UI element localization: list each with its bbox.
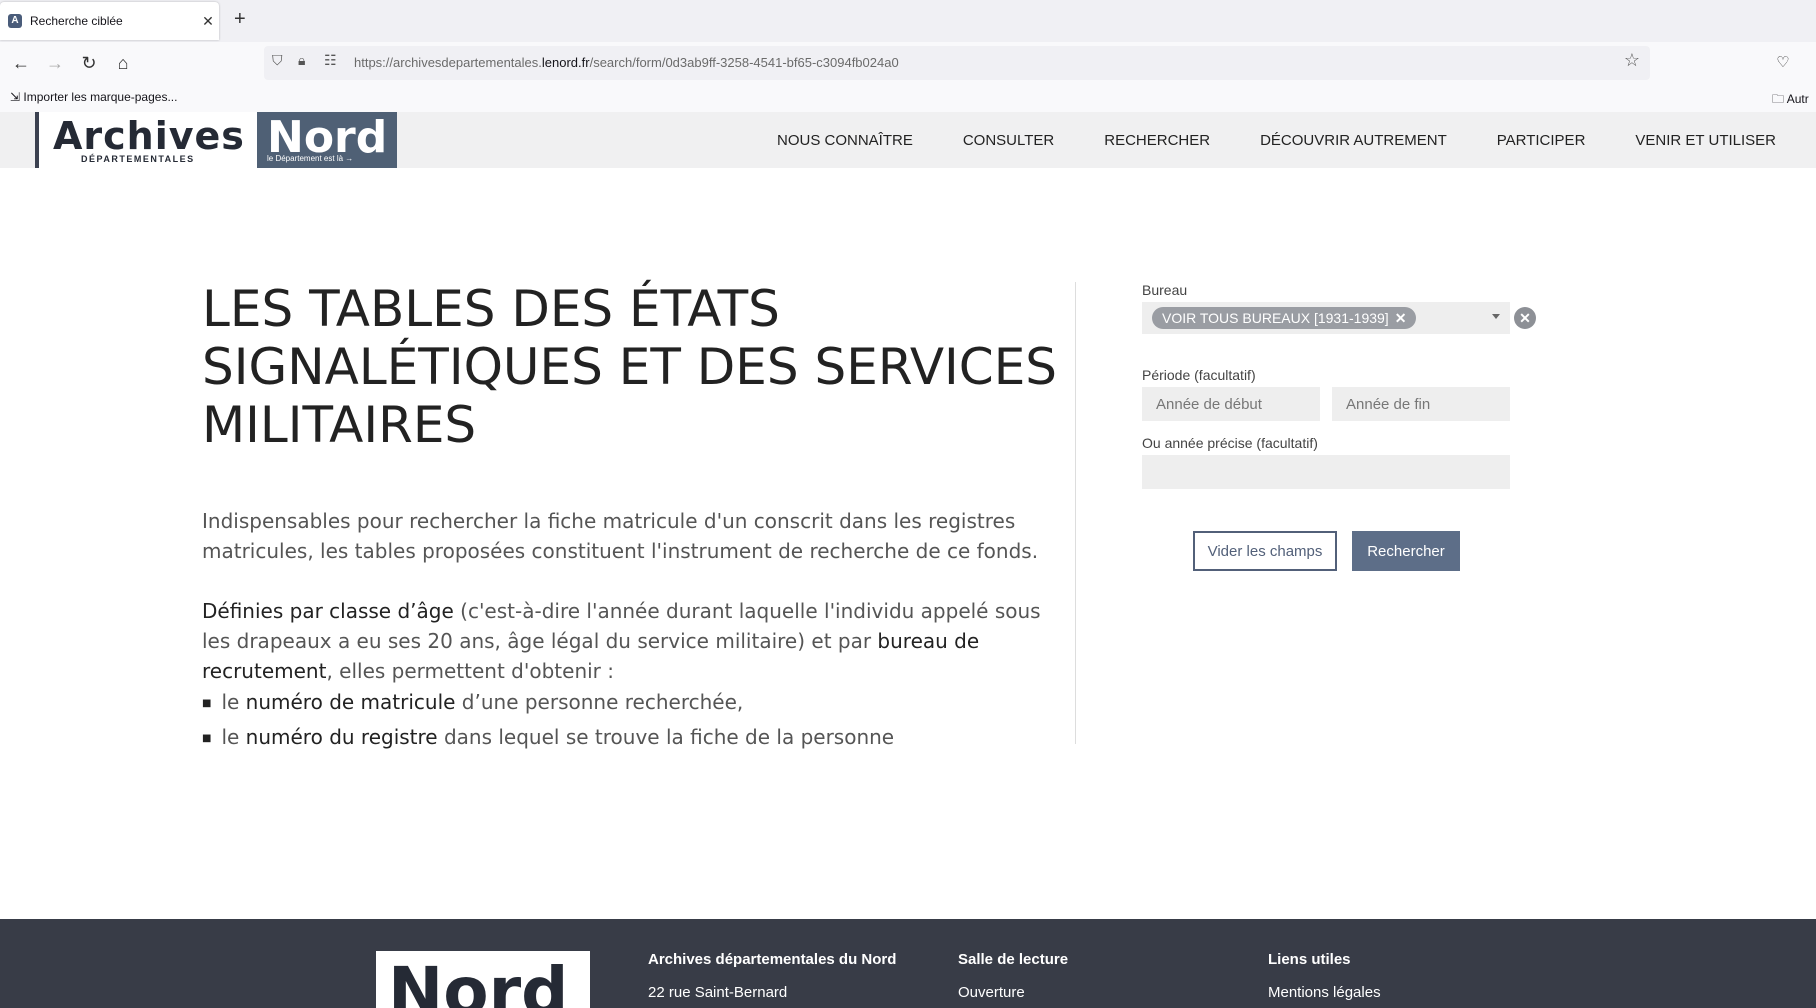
permissions-icon[interactable]: ☷ [324,52,337,69]
lock-icon[interactable]: 🔒︎ [298,52,305,69]
menu-item-rechercher[interactable]: RECHERCHER [1104,132,1210,149]
dropdown-caret-icon[interactable] [1492,314,1500,319]
search-button[interactable]: Rechercher [1352,531,1460,571]
address-bar[interactable]: ⛉ 🔒︎ ☷ https://archivesdepartementales.l… [264,46,1650,80]
list-item-prefix: le [221,690,246,714]
url-path: /search/form/0d3ab9ff-3258-4541-bf65-c30… [589,55,899,70]
other-bookmarks-folder[interactable]: 🗀 Autr [1772,90,1809,111]
clear-selection-icon[interactable]: ✕ [1514,307,1536,329]
import-bookmarks-label: Importer les marque-pages... [23,90,178,104]
back-arrow-icon[interactable]: ← [8,50,34,76]
pocket-icon[interactable]: ♡ [1770,50,1796,76]
list-item-suffix: dans lequel se trouve la fiche de la per… [437,725,895,749]
bureau-chip-label: VOIR TOUS BUREAUX [1931-1939] [1162,310,1389,326]
footer-heading-salle: Salle de lecture [958,951,1069,968]
menu-item-consulter[interactable]: CONSULTER [963,132,1054,149]
page-title: LES TABLES DES ÉTATS SIGNALÉTIQUES ET DE… [202,280,1058,454]
footer-logo-text: Nord [388,953,569,1008]
menu-item-decouvrir-autrement[interactable]: DÉCOUVRIR AUTREMENT [1260,132,1447,149]
menu-item-participer[interactable]: PARTICIPER [1497,132,1586,149]
footer-heading-archives: Archives départementales du Nord [648,951,897,968]
bookmark-star-icon[interactable]: ☆ [1624,50,1640,71]
site-footer: Nord Archives départementales du Nord 22… [0,919,1816,1008]
footer-link-mentions[interactable]: Mentions légales [1268,984,1381,1001]
bureau-select[interactable]: VOIR TOUS BUREAUX [1931-1939] ✕ [1142,302,1510,334]
shield-icon[interactable]: ⛉ [272,52,283,69]
description-text-2: , elles permettent d'obtenir : [326,659,614,683]
browser-nav-bar: ← → ↻ ⌂ ⛉ 🔒︎ ☷ https://archivesdeparteme… [0,42,1816,84]
info-list: le numéro de matricule d’une personne re… [202,687,894,757]
import-bookmarks-link[interactable]: ⇲ Importer les marque-pages... [10,90,177,104]
site-favicon-icon: A [8,14,22,28]
annee-label: Ou année précise (facultatif) [1142,435,1318,451]
reload-icon[interactable]: ↻ [76,50,102,76]
list-item-suffix: d’une personne recherchée, [455,690,744,714]
menu-item-venir-et-utiliser[interactable]: VENIR ET UTILISER [1635,132,1776,149]
footer-address: 22 rue Saint-Bernard [648,984,788,1001]
browser-tab-bar: A Recherche ciblée ✕ + [0,0,1816,42]
close-tab-icon[interactable]: ✕ [197,13,219,30]
url-text[interactable]: https://archivesdepartementales.lenord.f… [354,55,899,70]
list-item-emphasis: numéro de matricule [245,690,456,714]
logo-nord-block: Nord le Département est là → [257,112,397,168]
browser-tab[interactable]: A Recherche ciblée ✕ [0,2,219,40]
footer-logo[interactable]: Nord [376,951,590,1008]
description-paragraph: Définies par classe d’âge (c'est-à-dire … [202,596,1062,686]
forward-arrow-icon[interactable]: → [42,50,68,76]
home-icon[interactable]: ⌂ [110,50,136,76]
site-logo[interactable]: Archives DÉPARTEMENTALES Nord le Départe… [35,112,397,168]
exact-year-input[interactable] [1142,455,1510,489]
footer-heading-liens: Liens utiles [1268,951,1351,968]
footer-link-ouverture[interactable]: Ouverture [958,984,1025,1001]
tab-title: Recherche ciblée [30,14,123,28]
other-bookmarks-label: Autr [1786,92,1809,106]
intro-paragraph: Indispensables pour rechercher la fiche … [202,509,1039,563]
list-item: le numéro du registre dans lequel se tro… [202,722,894,757]
bureau-chip: VOIR TOUS BUREAUX [1931-1939] ✕ [1152,307,1417,329]
url-domain: lenord.fr [541,55,590,70]
logo-departementales-text: DÉPARTEMENTALES [81,154,195,164]
logo-archives-text: Archives [53,114,245,158]
logo-archives-block: Archives DÉPARTEMENTALES [35,112,257,168]
site-header: Archives DÉPARTEMENTALES Nord le Départe… [0,112,1816,168]
bureau-label: Bureau [1142,282,1188,298]
bookmarks-bar: ⇲ Importer les marque-pages... 🗀 Autr [0,84,1816,113]
list-item-prefix: le [221,725,246,749]
start-year-input[interactable] [1142,387,1320,421]
list-item: le numéro de matricule d’une personne re… [202,687,894,722]
clear-fields-button[interactable]: Vider les champs [1193,531,1337,571]
new-tab-icon[interactable]: + [234,8,246,31]
emphasis-classe-age: Définies par classe d’âge [202,599,454,623]
remove-chip-icon[interactable]: ✕ [1395,310,1407,326]
column-divider [1075,282,1076,744]
logo-tagline: le Département est là → [267,154,354,163]
url-prefix: https://archivesdepartementales. [354,55,542,70]
periode-label: Période (facultatif) [1142,367,1256,383]
end-year-input[interactable] [1332,387,1510,421]
menu-item-nous-connaitre[interactable]: NOUS CONNAÎTRE [777,132,913,149]
main-menu: NOUS CONNAÎTRE CONSULTER RECHERCHER DÉCO… [777,112,1776,168]
list-item-emphasis: numéro du registre [245,725,438,749]
